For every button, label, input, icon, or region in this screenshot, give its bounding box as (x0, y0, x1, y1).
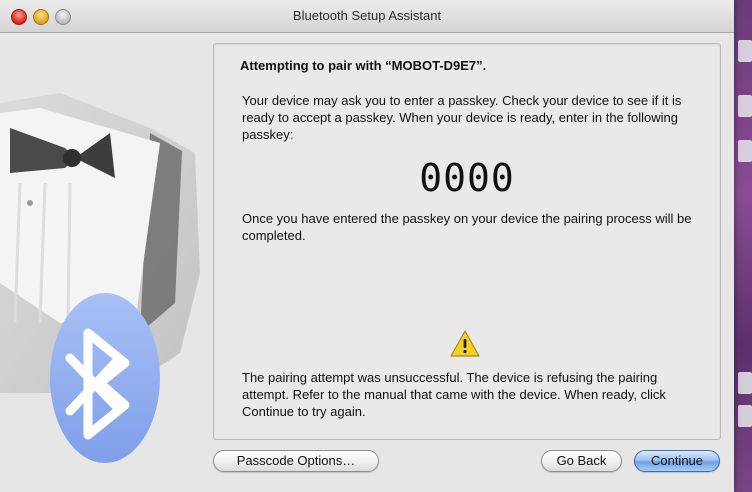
warning-triangle-icon (450, 330, 480, 357)
window-title: Bluetooth Setup Assistant (292, 8, 442, 23)
pairing-heading: Attempting to pair with “MOBOT-D9E7”. (240, 58, 487, 73)
error-message: The pairing attempt was unsuccessful. Th… (242, 370, 666, 419)
pairing-panel: Attempting to pair with “MOBOT-D9E7”. Yo… (213, 43, 721, 440)
passcode-options-button[interactable]: Passcode Options… (213, 450, 379, 472)
passkey-value: 0000 (419, 156, 515, 200)
desktop-window-fragment (738, 95, 752, 117)
bluetooth-tuxedo-artwork (0, 93, 200, 463)
continue-button[interactable]: Continue (634, 450, 720, 472)
passkey-instructions: Your device may ask you to enter a passk… (242, 93, 682, 142)
desktop-window-fragment (738, 405, 752, 427)
bluetooth-setup-window: Bluetooth Setup Assistant Attempting to … (0, 0, 734, 492)
go-back-button[interactable]: Go Back (541, 450, 622, 472)
completion-text: Once you have entered the passkey on you… (242, 211, 692, 243)
desktop-window-fragment (738, 372, 752, 394)
title-bar[interactable]: Bluetooth Setup Assistant (0, 0, 734, 33)
desktop-window-fragment (738, 40, 752, 62)
desktop-window-fragment (738, 140, 752, 162)
